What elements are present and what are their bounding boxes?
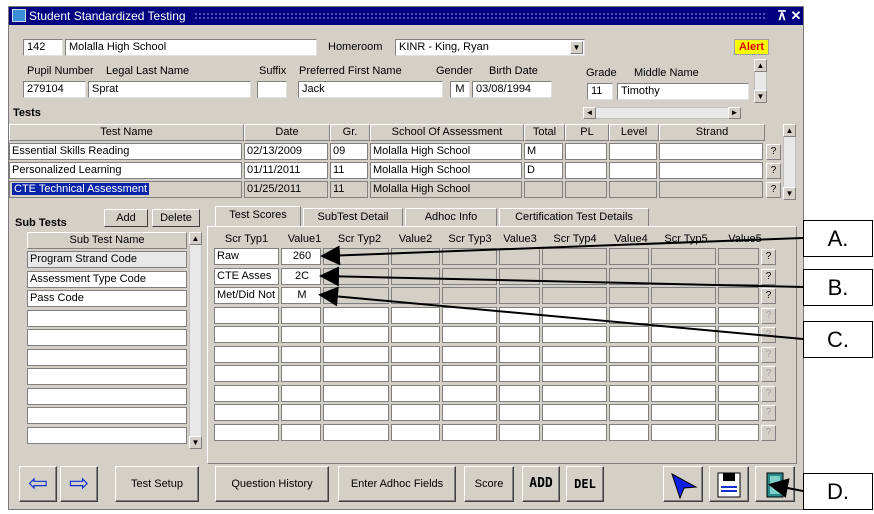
arrow-b: [319, 266, 804, 288]
callout-arrows: [318, 237, 804, 498]
callout-b: B.: [803, 269, 873, 306]
arrow-a: [320, 237, 804, 266]
callout-d: D.: [803, 473, 873, 510]
callout-c: C.: [803, 321, 873, 358]
callout-a: A.: [803, 220, 873, 257]
arrow-d: [768, 478, 804, 498]
arrow-c: [318, 286, 804, 340]
tab-test-scores[interactable]: Test Scores: [215, 206, 301, 226]
